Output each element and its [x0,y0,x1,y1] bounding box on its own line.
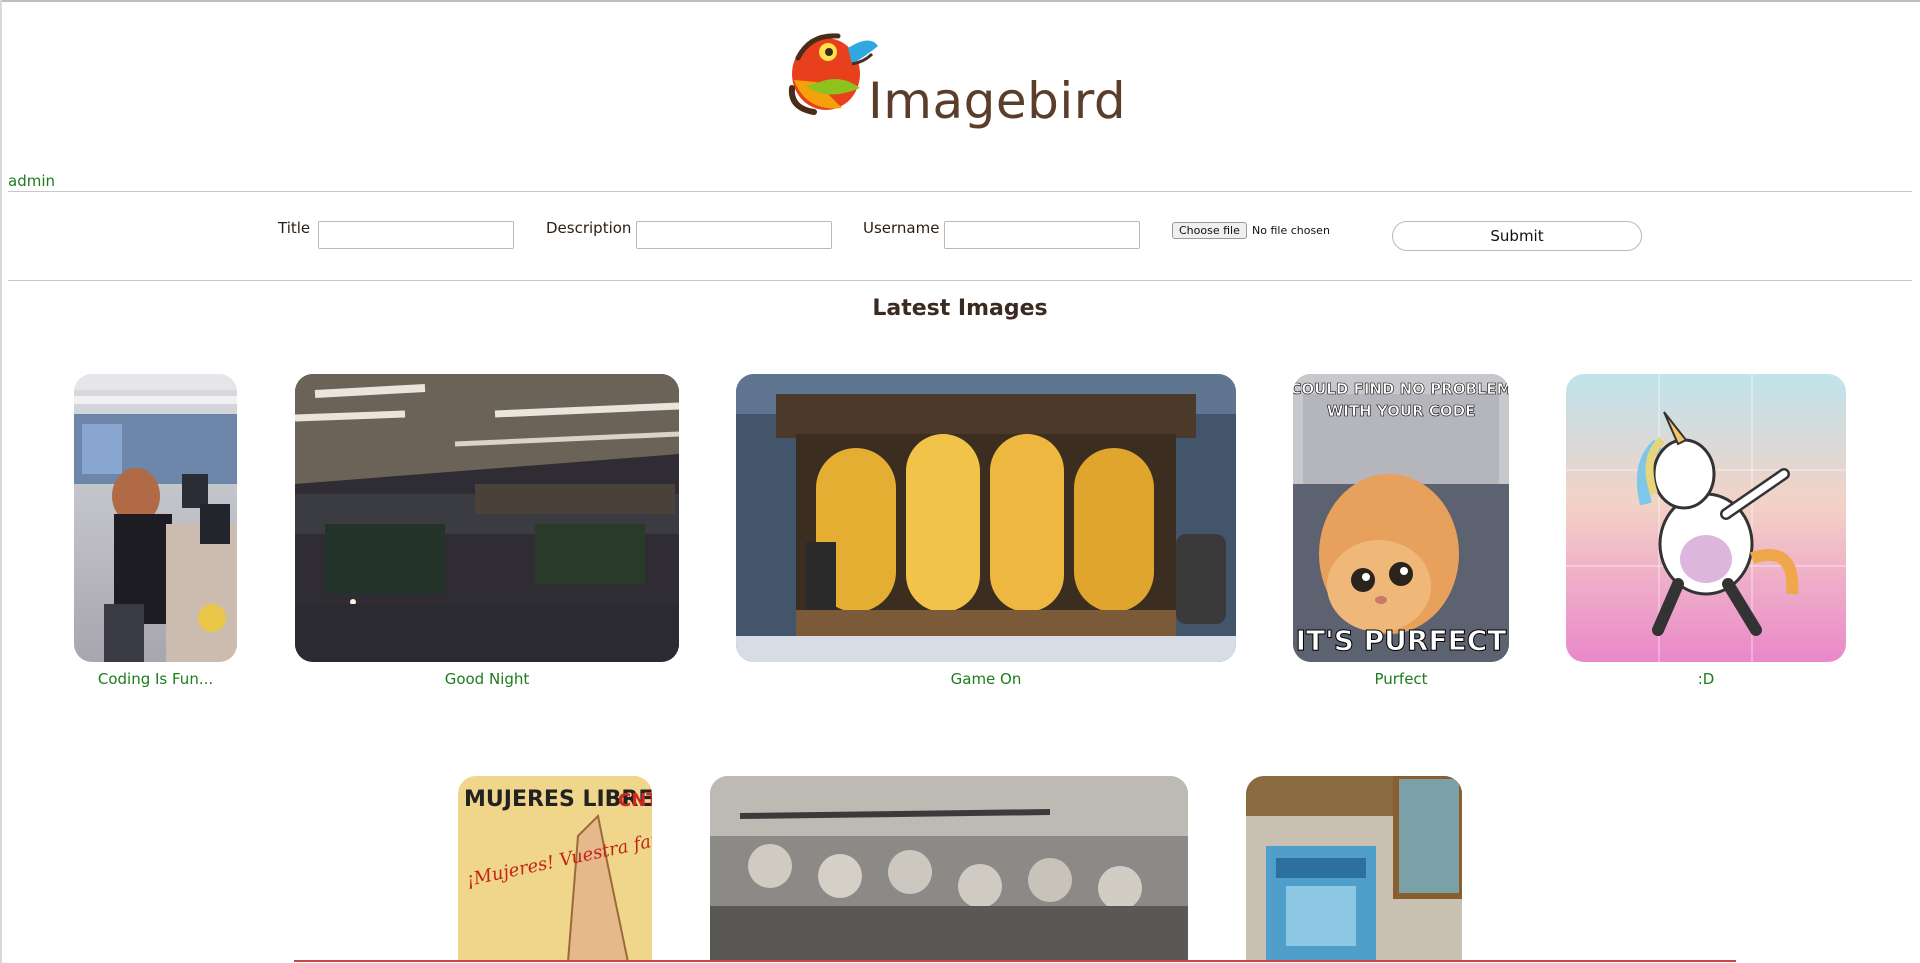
submit-button[interactable]: Submit [1392,221,1642,251]
svg-text:CNT: CNT [618,790,652,811]
username-label: Username [863,219,940,237]
choose-file-button[interactable]: Choose file [1172,222,1247,239]
left-edge [0,0,2,963]
logo-text: Imagebird [868,72,1127,130]
divider [8,191,1912,192]
gallery-card[interactable] [710,776,1188,962]
section-title: Latest Images [872,296,1048,321]
bottom-border [294,960,1736,962]
office-photo-icon[interactable] [74,374,237,662]
window-poster-photo-icon[interactable] [1246,776,1462,962]
gallery-card[interactable] [1246,776,1462,962]
svg-text:IT'S PURFECT: IT'S PURFECT [1296,624,1507,657]
historic-crowd-photo-icon[interactable] [710,776,1188,962]
title-label: Title [278,219,311,237]
description-label: Description [546,219,632,237]
dabbing-unicorn-icon[interactable] [1566,374,1846,662]
svg-text:WITH YOUR CODE: WITH YOUR CODE [1327,402,1476,420]
image-caption[interactable]: Game On [736,670,1236,688]
top-border [0,0,1920,2]
imagebird-logo[interactable]: Imagebird [780,28,1126,130]
divider [8,280,1912,281]
dark-office-photo-icon[interactable] [295,374,679,662]
gallery-card[interactable]: MUJERES LIBRES CNT ¡Mujeres! Vuestra fam… [458,776,652,962]
image-caption[interactable]: Purfect [1293,670,1509,688]
username-input[interactable] [944,221,1140,249]
file-status: No file chosen [1252,224,1330,237]
svg-text:I COULD FIND NO PROBLEMS: I COULD FIND NO PROBLEMS [1293,380,1509,398]
image-caption[interactable]: Coding Is Fun... [74,670,237,688]
cat-meme-icon[interactable]: I COULD FIND NO PROBLEMS WITH YOUR CODE … [1293,374,1509,662]
golden-window-illustration-icon[interactable] [736,374,1236,662]
user-link[interactable]: admin [8,172,55,190]
image-caption[interactable]: Good Night [295,670,679,688]
description-input[interactable] [636,221,832,249]
image-caption[interactable]: :D [1566,670,1846,688]
mujeres-libres-poster-icon[interactable]: MUJERES LIBRES CNT ¡Mujeres! Vuestra fam… [458,776,652,962]
title-input[interactable] [318,221,514,249]
